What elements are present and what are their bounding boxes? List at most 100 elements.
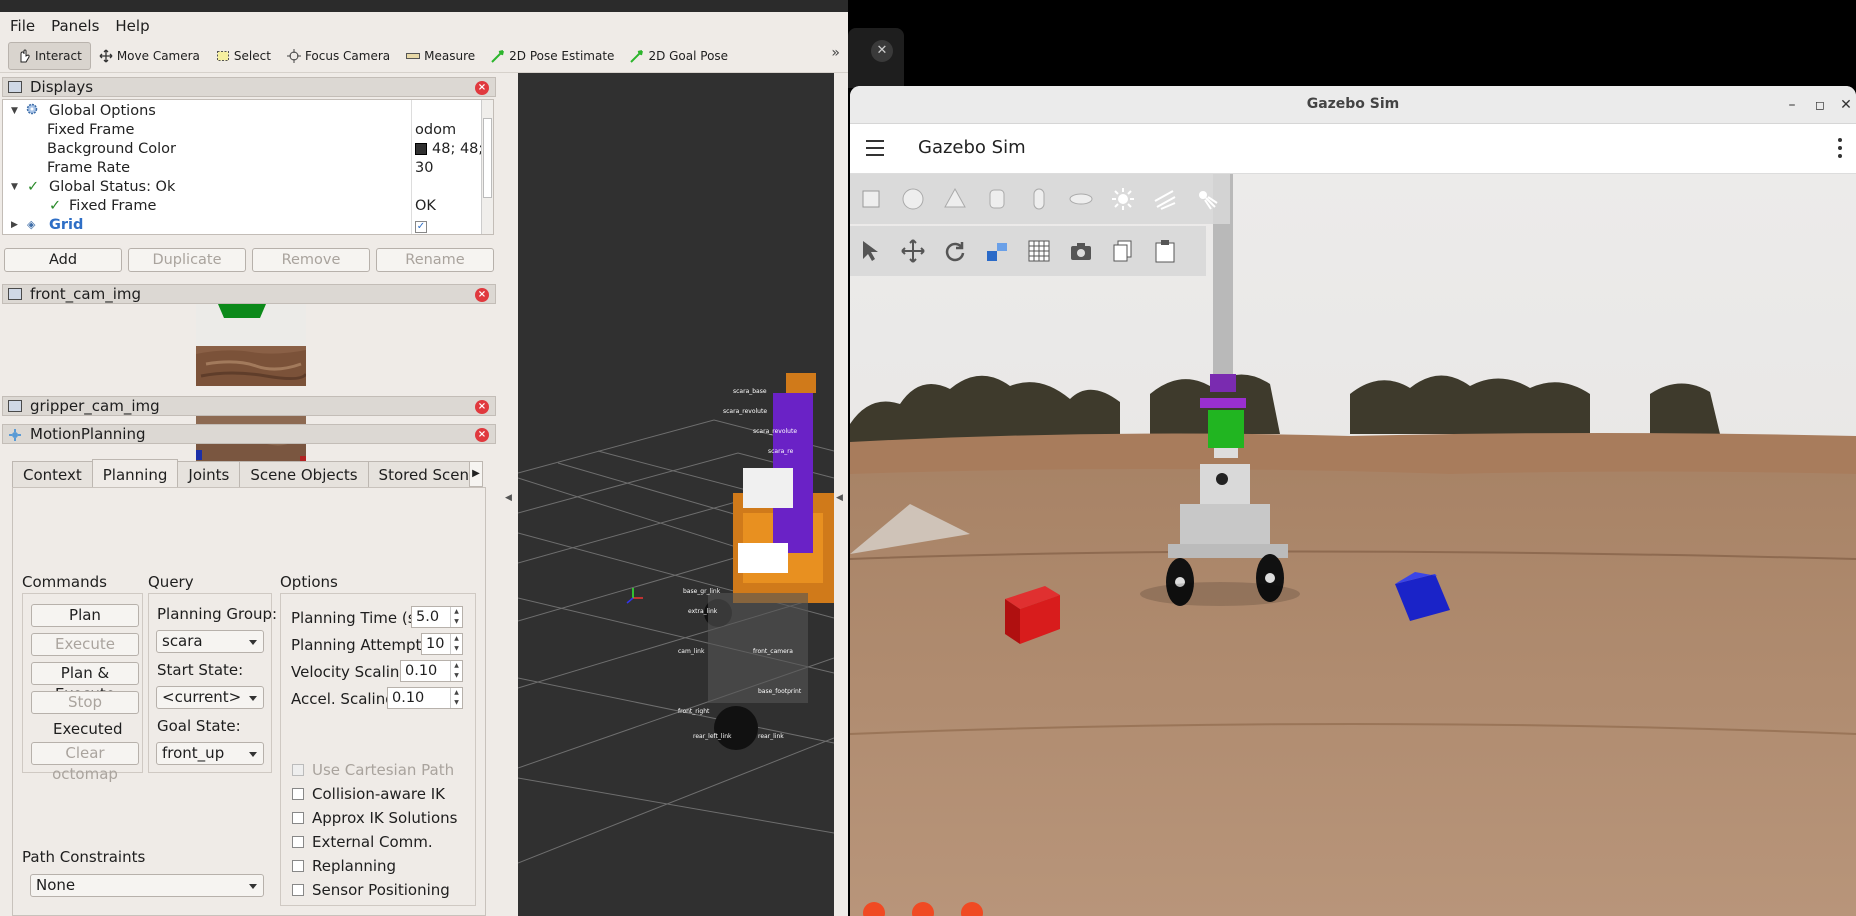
status-fixed-frame-value: OK	[415, 197, 436, 214]
tab-stored-scenes[interactable]: Stored Scene	[367, 461, 470, 487]
menu-help[interactable]: Help	[109, 17, 155, 35]
use-cartesian-path-checkbox[interactable]: Use Cartesian Path	[292, 761, 454, 779]
pose-estimate-tool-button[interactable]: 2D Pose Estimate	[483, 42, 622, 70]
close-icon[interactable]: ×	[475, 288, 489, 302]
monitor-icon	[8, 81, 22, 93]
collapse-right-icon[interactable]: ◀	[836, 493, 843, 503]
focus-camera-tool-button[interactable]: Focus Camera	[279, 42, 398, 70]
svg-text:rear_link: rear_link	[758, 733, 784, 740]
expand-arrow-icon[interactable]: ▼	[11, 182, 18, 192]
spin-arrows-icon[interactable]: ▲ ▼	[450, 607, 462, 627]
tab-context[interactable]: Context	[12, 461, 93, 487]
viewport-right-edge: ◀	[834, 73, 848, 916]
tab-scene-objects[interactable]: Scene Objects	[239, 461, 369, 487]
menu-file[interactable]: File	[4, 17, 41, 35]
plan-and-execute-button[interactable]: Plan & Execute	[31, 662, 139, 703]
planning-time-spinbox[interactable]: 5.0 ▲ ▼	[411, 606, 463, 628]
svg-text:scara_base: scara_base	[733, 388, 767, 395]
tab-joints[interactable]: Joints	[177, 461, 241, 487]
fixed-frame-value[interactable]: odom	[415, 122, 456, 138]
close-icon[interactable]: ×	[475, 400, 489, 414]
menu-panels[interactable]: Panels	[45, 17, 105, 35]
rotate-icon[interactable]	[934, 230, 976, 272]
accel-scaling-spinbox[interactable]: 0.10 ▲ ▼	[387, 687, 463, 709]
screenshot-camera-icon[interactable]	[1060, 230, 1102, 272]
sphere-shape-icon[interactable]	[892, 178, 934, 220]
start-state-select[interactable]: <current>	[156, 686, 264, 709]
scale-icon[interactable]	[976, 230, 1018, 272]
interact-tool-button[interactable]: Interact	[8, 41, 91, 70]
toolbar-overflow-button[interactable]: »	[831, 45, 840, 61]
spin-arrows-icon[interactable]: ▲ ▼	[450, 634, 462, 654]
execute-button[interactable]: Execute	[31, 633, 139, 656]
collision-aware-label: Collision-aware IK	[312, 785, 445, 803]
close-icon[interactable]: ✕	[1836, 95, 1856, 115]
copy-icon[interactable]	[1102, 230, 1144, 272]
cone-shape-icon[interactable]	[934, 178, 976, 220]
velocity-scaling-spinbox[interactable]: 0.10 ▲ ▼	[400, 660, 463, 682]
measure-tool-button[interactable]: Measure	[398, 42, 483, 70]
planning-attempts-spinbox[interactable]: 10 ▲ ▼	[421, 633, 463, 655]
replanning-checkbox[interactable]: Replanning	[292, 857, 396, 875]
collapse-left-icon[interactable]: ◀	[505, 493, 512, 503]
box-shape-icon[interactable]	[850, 178, 892, 220]
spin-arrows-icon[interactable]: ▲ ▼	[450, 661, 462, 681]
add-display-button[interactable]: Add	[4, 248, 122, 272]
approx-ik-checkbox[interactable]: Approx IK Solutions	[292, 809, 457, 827]
external-comm-checkbox[interactable]: External Comm.	[292, 833, 433, 851]
tree-row-status-fixed-frame[interactable]: ✓ Fixed Frame OK	[3, 196, 485, 215]
plan-button[interactable]: Plan	[31, 604, 139, 627]
select-pointer-icon[interactable]	[850, 230, 892, 272]
close-icon[interactable]: ✕	[871, 40, 893, 62]
close-icon[interactable]: ×	[475, 428, 489, 442]
goal-pose-tool-button[interactable]: 2D Goal Pose	[622, 42, 736, 70]
collision-aware-ik-checkbox[interactable]: Collision-aware IK	[292, 785, 445, 803]
translate-icon[interactable]	[892, 230, 934, 272]
gazebo-title-bar[interactable]: Gazebo Sim – ◻ ✕	[850, 86, 1856, 124]
gazebo-app-bar: Gazebo Sim	[850, 124, 1856, 174]
select-tool-button[interactable]: Select	[208, 42, 279, 70]
tree-row-background-color[interactable]: Background Color 48; 48;	[3, 139, 485, 158]
tree-row-global-status[interactable]: ▼ ✓ Global Status: Ok	[3, 177, 485, 196]
maximize-icon[interactable]: ◻	[1810, 95, 1830, 115]
spot-light-icon[interactable]	[1186, 178, 1228, 220]
tree-row-fixed-frame[interactable]: Fixed Frame odom	[3, 120, 485, 139]
frame-rate-value[interactable]: 30	[415, 160, 433, 176]
tab-scroll-right-button[interactable]: ▶	[469, 461, 483, 487]
goal-state-select[interactable]: front_up	[156, 742, 264, 765]
duplicate-display-button[interactable]: Duplicate	[128, 248, 246, 272]
panel-splitter[interactable]: ◀	[499, 73, 517, 916]
gazebo-3d-scene[interactable]	[850, 174, 1856, 916]
clear-octomap-button[interactable]: Clear octomap	[31, 742, 139, 783]
kebab-menu-icon[interactable]	[1838, 138, 1842, 158]
background-color-value[interactable]: 48; 48;	[415, 141, 483, 157]
directional-light-icon[interactable]	[1144, 178, 1186, 220]
tab-planning[interactable]: Planning	[91, 459, 179, 487]
cylinder-shape-icon[interactable]	[976, 178, 1018, 220]
replanning-label: Replanning	[312, 857, 397, 875]
sensor-positioning-checkbox[interactable]: Sensor Positioning	[292, 881, 450, 899]
ellipsoid-shape-icon[interactable]	[1060, 178, 1102, 220]
tree-row-grid[interactable]: ▶ ◈ Grid ✓	[3, 215, 485, 234]
rviz-3d-viewport[interactable]: scara_base scara_revolute scara_revolute…	[518, 73, 834, 916]
stop-button[interactable]: Stop	[31, 691, 139, 714]
grid-icon[interactable]	[1018, 230, 1060, 272]
move-camera-tool-button[interactable]: Move Camera	[91, 42, 208, 70]
point-light-icon[interactable]	[1102, 178, 1144, 220]
minimize-icon[interactable]: –	[1782, 95, 1802, 115]
capsule-shape-icon[interactable]	[1018, 178, 1060, 220]
rename-display-button[interactable]: Rename	[376, 248, 494, 272]
spin-arrows-icon[interactable]: ▲ ▼	[450, 688, 462, 708]
path-constraints-select[interactable]: None	[30, 874, 264, 897]
hamburger-menu-icon[interactable]	[866, 140, 884, 156]
close-icon[interactable]: ×	[475, 81, 489, 95]
tree-row-frame-rate[interactable]: Frame Rate 30	[3, 158, 485, 177]
collapse-arrow-icon[interactable]: ▶	[11, 220, 18, 230]
expand-arrow-icon[interactable]: ▼	[11, 106, 18, 116]
displays-scrollbar[interactable]	[481, 100, 493, 234]
grid-enabled-checkbox[interactable]: ✓	[415, 217, 427, 233]
paste-icon[interactable]	[1144, 230, 1186, 272]
planning-group-select[interactable]: scara	[156, 630, 264, 653]
remove-display-button[interactable]: Remove	[252, 248, 370, 272]
tree-row-global-options[interactable]: ▼ Global Options	[3, 101, 485, 120]
